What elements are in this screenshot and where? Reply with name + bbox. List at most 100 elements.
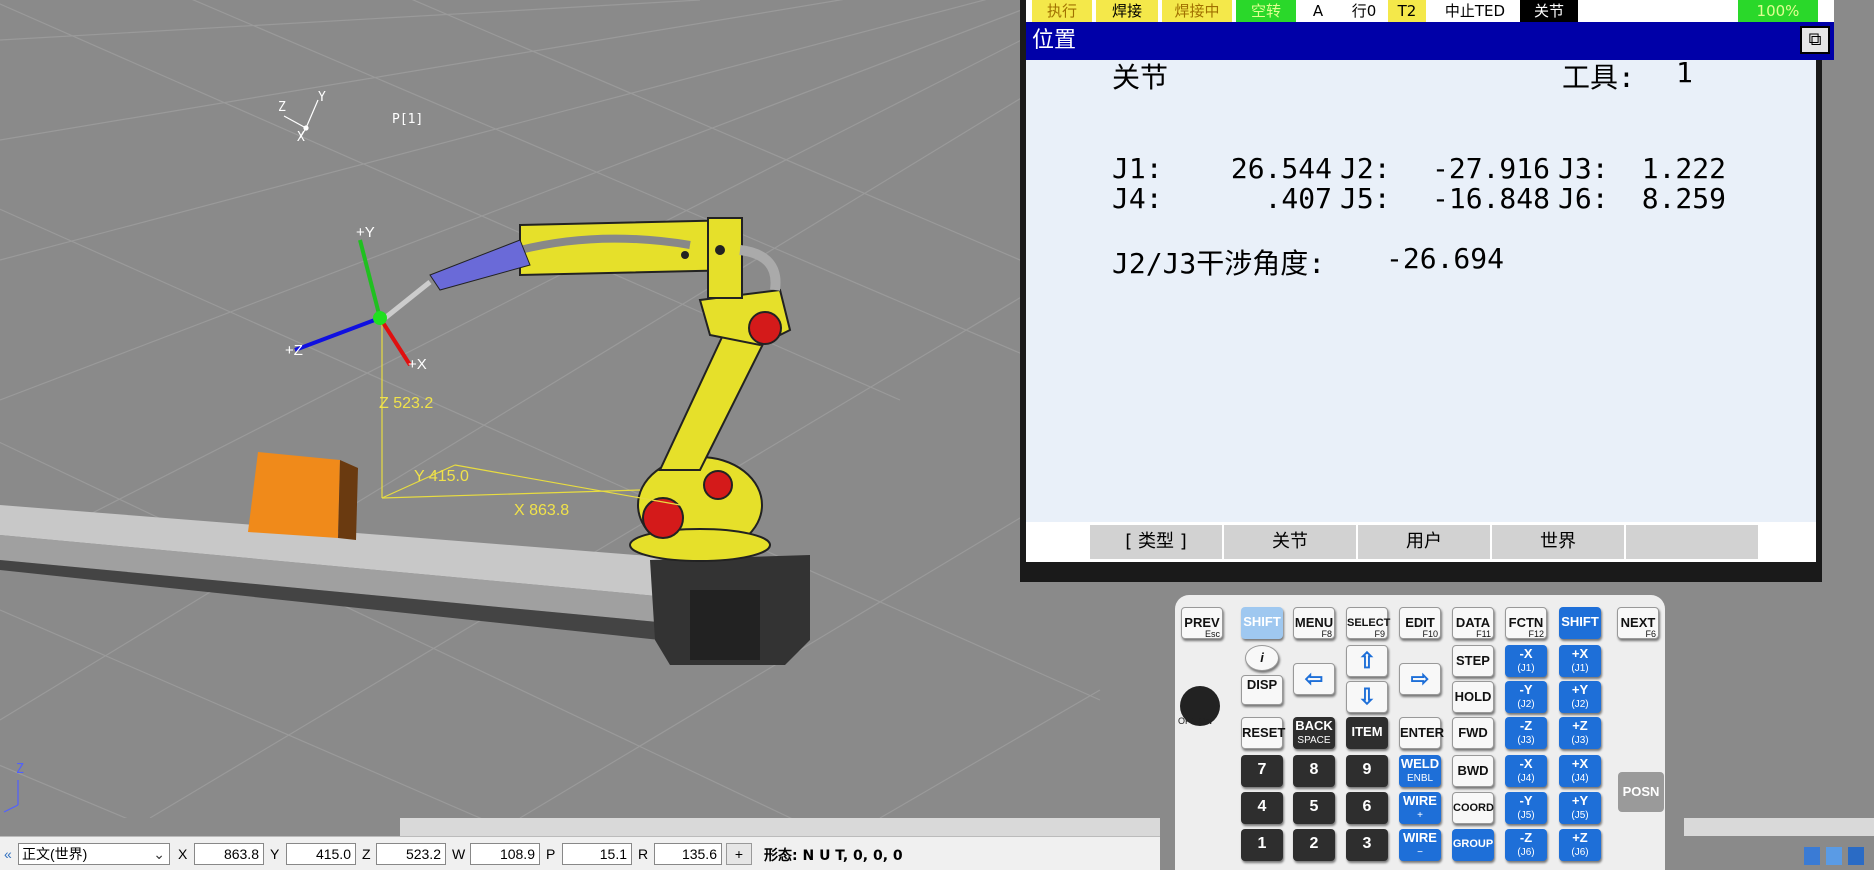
digit-9-key[interactable]: 9 [1346, 755, 1388, 787]
joint-value-j6: 8.259 [1641, 182, 1726, 215]
status-line: 行0 [1351, 2, 1377, 20]
joint-name-j4: J4: [1112, 182, 1163, 215]
status-run: 执行 [1032, 0, 1092, 22]
window-toggle-icon[interactable]: ⧉ [1800, 26, 1830, 54]
position-display: 关节 工具: 1 J1: 26.544 J2: -27.916 J3: 1.22… [1026, 56, 1816, 522]
softkey-f5[interactable] [1626, 525, 1760, 559]
fctn-key[interactable]: FCTN F12 [1505, 607, 1547, 639]
dimension-y-label: Y 415.0 [414, 468, 469, 485]
menu-key[interactable]: MENU F8 [1293, 607, 1335, 639]
jog-plus-j3-key[interactable]: +Z (J3) [1559, 717, 1601, 749]
jog-minus-j2-key[interactable]: -Y (J2) [1505, 681, 1547, 713]
jog-plus-j6-key[interactable]: +Z (J6) [1559, 829, 1601, 861]
z-field[interactable]: 523.2 [376, 843, 446, 865]
digit-6-key[interactable]: 6 [1346, 792, 1388, 824]
coord-key[interactable]: COORD [1452, 792, 1494, 824]
tool-frame [294, 239, 412, 367]
prev-key[interactable]: PREV Esc [1181, 607, 1223, 639]
jog-minus-j6-key[interactable]: -Z (J6) [1505, 829, 1547, 861]
edit-key[interactable]: EDIT F10 [1399, 607, 1441, 639]
select-key[interactable]: SELECT F9 [1346, 607, 1390, 639]
digit-2-key[interactable]: 2 [1293, 829, 1335, 861]
plus-button[interactable]: + [726, 843, 752, 865]
view-mode-select[interactable]: 正文(世界) ⌄ [18, 843, 170, 865]
r-label: R [638, 846, 649, 862]
frame-label: P[1] [392, 112, 424, 127]
wire-plus-key[interactable]: WIRE + [1399, 792, 1441, 824]
jog-plus-j1-key[interactable]: +X (J1) [1559, 645, 1601, 677]
tool-axis-y-label: +Y [356, 224, 375, 241]
jog-plus-j2-key[interactable]: +Y (J2) [1559, 681, 1601, 713]
jog-minus-j1-key[interactable]: -X (J1) [1505, 645, 1547, 677]
data-key[interactable]: DATA F11 [1452, 607, 1494, 639]
interference-angle-value: -26.694 [1386, 242, 1505, 275]
digit-3-key[interactable]: 3 [1346, 829, 1388, 861]
posn-key[interactable]: POSN [1618, 772, 1664, 812]
softkey-bar: [ 类型 ] 关节 用户 世界 [1026, 522, 1816, 562]
power-switch-label: OFF ON [1178, 716, 1212, 726]
toolbar-icons[interactable] [1800, 843, 1874, 870]
configuration-text: 形态: N U T, 0, 0, 0 [764, 848, 903, 864]
info-key[interactable]: i [1245, 645, 1279, 671]
digit-4-key[interactable]: 4 [1241, 792, 1283, 824]
enter-key[interactable]: ENTER [1399, 717, 1444, 749]
pendant-status-bar: 执行 焊接 焊接中 空转 A 行0 T2 中止TED 关节 100% [1026, 0, 1834, 22]
robot-arm [383, 217, 792, 562]
group-key[interactable]: GROUP [1452, 829, 1494, 861]
y-field[interactable]: 415.0 [286, 843, 356, 865]
coordinate-mode-label: 关节 [1112, 61, 1169, 94]
dimension-x-label: X 863.8 [514, 502, 570, 519]
status-override: 100% [1738, 0, 1818, 22]
bwd-key[interactable]: BWD [1452, 755, 1494, 787]
softkey-user[interactable]: 用户 [1358, 525, 1492, 559]
shift-left-key[interactable]: SHIFT [1241, 607, 1283, 639]
status-welding: 焊接中 [1162, 0, 1232, 22]
interference-angle-label: J2/J3干涉角度: [1112, 247, 1326, 280]
jog-plus-j4-key[interactable]: +X (J4) [1559, 755, 1601, 787]
corner-axis [3, 780, 19, 813]
shift-right-key[interactable]: SHIFT [1559, 607, 1601, 639]
fwd-key[interactable]: FWD [1452, 717, 1494, 749]
arrow-left-key[interactable]: ⇦ [1293, 663, 1335, 695]
softkey-type[interactable]: [ 类型 ] [1090, 525, 1224, 559]
status-joint: 关节 [1520, 0, 1578, 22]
digit-8-key[interactable]: 8 [1293, 755, 1335, 787]
step-key[interactable]: STEP [1452, 645, 1494, 677]
w-field[interactable]: 108.9 [470, 843, 540, 865]
weld-enable-key[interactable]: WELD ENBL [1399, 755, 1441, 787]
pendant-title: 位置 [1032, 28, 1077, 53]
tool-label: 工具: [1562, 61, 1635, 94]
digit-7-key[interactable]: 7 [1241, 755, 1283, 787]
jog-minus-j3-key[interactable]: -Z (J3) [1505, 717, 1547, 749]
horizontal-scrollbar[interactable] [400, 818, 1160, 836]
arrow-down-key[interactable]: ⇩ [1346, 681, 1388, 713]
x-field[interactable]: 863.8 [194, 843, 264, 865]
softkey-joint[interactable]: 关节 [1224, 525, 1358, 559]
jog-plus-j5-key[interactable]: +Y (J5) [1559, 792, 1601, 824]
softkey-world[interactable]: 世界 [1492, 525, 1626, 559]
item-key[interactable]: ITEM [1346, 717, 1388, 749]
status-aborted: 中止TED [1444, 2, 1506, 20]
reset-key[interactable]: RESET [1241, 717, 1285, 749]
pendant-title-bar: 位置 ⧉ [1026, 22, 1834, 60]
world-axis-y-label: Y [318, 90, 326, 105]
jog-minus-j4-key[interactable]: -X (J4) [1505, 755, 1547, 787]
jog-minus-j5-key[interactable]: -Y (J5) [1505, 792, 1547, 824]
backspace-key[interactable]: BACK SPACE [1293, 717, 1335, 749]
digit-1-key[interactable]: 1 [1241, 829, 1283, 861]
pendant-keypad: PREV Esc SHIFT MENU F8 SELECT F9 EDIT F10 DA… [1175, 595, 1665, 870]
chevron-down-icon: ⌄ [153, 846, 165, 862]
digit-5-key[interactable]: 5 [1293, 792, 1335, 824]
horizontal-scrollbar-right[interactable] [1684, 818, 1874, 836]
scroll-left-icon[interactable]: « [4, 846, 12, 862]
x-label: X [178, 846, 188, 862]
r-field[interactable]: 135.6 [654, 843, 722, 865]
arrow-up-key[interactable]: ⇧ [1346, 645, 1388, 677]
p-field[interactable]: 15.1 [562, 843, 632, 865]
hold-key[interactable]: HOLD [1452, 681, 1494, 713]
arrow-right-key[interactable]: ⇨ [1399, 663, 1441, 695]
wire-minus-key[interactable]: WIRE − [1399, 829, 1441, 861]
joint-value-j5: -16.848 [1431, 182, 1550, 215]
disp-key[interactable]: DISP [1241, 675, 1283, 705]
next-key[interactable]: NEXT F6 [1617, 607, 1659, 639]
